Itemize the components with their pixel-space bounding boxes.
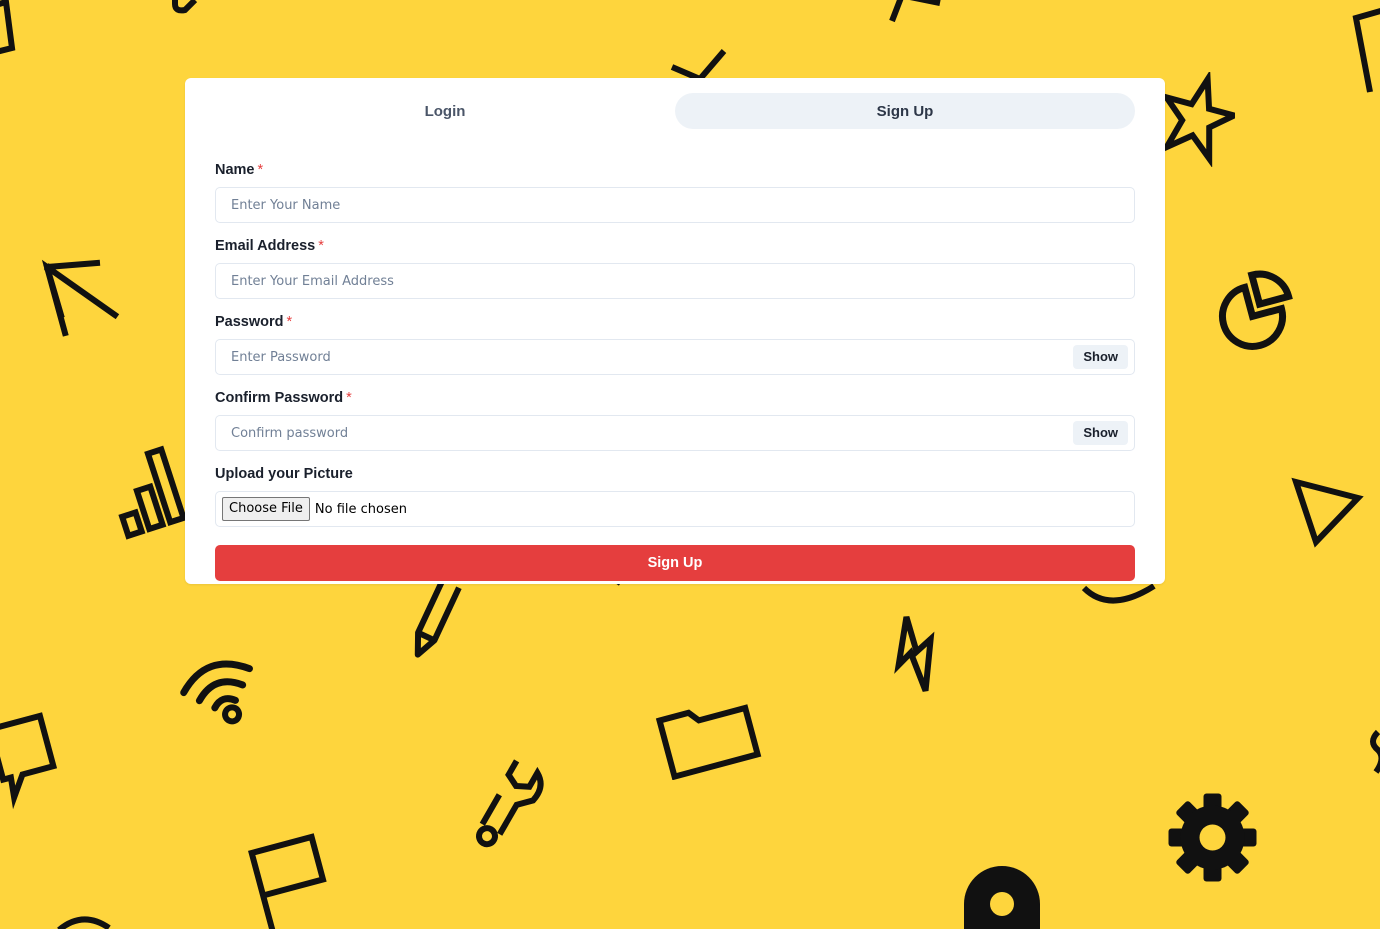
confirm-password-field-wrapper: Show [215, 415, 1135, 451]
show-password-button[interactable]: Show [1073, 345, 1128, 369]
wrench-icon [476, 759, 544, 848]
partial-icon [889, 0, 941, 23]
signup-submit-button[interactable]: Sign Up [215, 545, 1135, 581]
pie-chart-icon [1219, 270, 1293, 350]
confirm-password-input[interactable] [216, 416, 1134, 450]
required-mark: * [318, 238, 324, 254]
partial-icon [1081, 583, 1156, 604]
flag-icon [248, 833, 327, 929]
email-field-wrapper [215, 263, 1135, 299]
name-label-text: Name [215, 162, 255, 178]
picture-upload-field: Choose File No file chosen [215, 491, 1135, 527]
password-field-wrapper: Show [215, 339, 1135, 375]
signup-form: Name* Email Address* Password* Show Conf… [215, 159, 1135, 581]
location-pin-icon [964, 866, 1040, 929]
tab-signup[interactable]: Sign Up [675, 93, 1135, 129]
choose-file-button[interactable]: Choose File [222, 497, 310, 521]
required-mark: * [257, 162, 264, 178]
show-confirm-password-button[interactable]: Show [1073, 421, 1128, 445]
confirm-password-label: Confirm Password * [215, 387, 1135, 409]
confirm-password-label-text: Confirm Password [215, 390, 344, 406]
required-mark: * [346, 390, 352, 406]
file-status: No file chosen [314, 501, 407, 517]
wifi-icon [180, 660, 253, 725]
name-label: Name * [215, 159, 1135, 181]
bar-chart-icon [118, 445, 188, 540]
chat-bubble-icon [0, 712, 58, 810]
square-icon [1352, 8, 1380, 93]
auth-tabs: Login Sign Up [200, 93, 1150, 129]
partial-icon [57, 916, 111, 929]
password-label-text: Password [215, 314, 284, 330]
partial-icon [172, 0, 198, 14]
auth-card: Login Sign Up Name* Email Address* Passw… [185, 78, 1165, 584]
name-input[interactable] [216, 188, 1134, 222]
triangle-icon [1291, 477, 1364, 548]
name-field-wrapper [215, 187, 1135, 223]
arrow-up-left-icon [41, 259, 120, 337]
partial-icon [1370, 729, 1380, 774]
folder-icon [655, 704, 762, 780]
password-input[interactable] [216, 340, 1134, 374]
pencil-icon [414, 580, 462, 658]
picture-label-text: Upload your Picture [215, 466, 353, 482]
email-label: Email Address * [215, 235, 1135, 257]
email-label-text: Email Address [215, 238, 316, 254]
square-icon [0, 0, 16, 55]
required-mark: * [286, 314, 293, 330]
password-label: Password * [215, 311, 1135, 333]
picture-label: Upload your Picture [215, 463, 1135, 485]
star-icon [1160, 72, 1235, 167]
email-input[interactable] [216, 264, 1134, 298]
tab-login[interactable]: Login [215, 93, 675, 129]
lightning-icon [894, 616, 935, 692]
gear-icon [1168, 793, 1257, 882]
